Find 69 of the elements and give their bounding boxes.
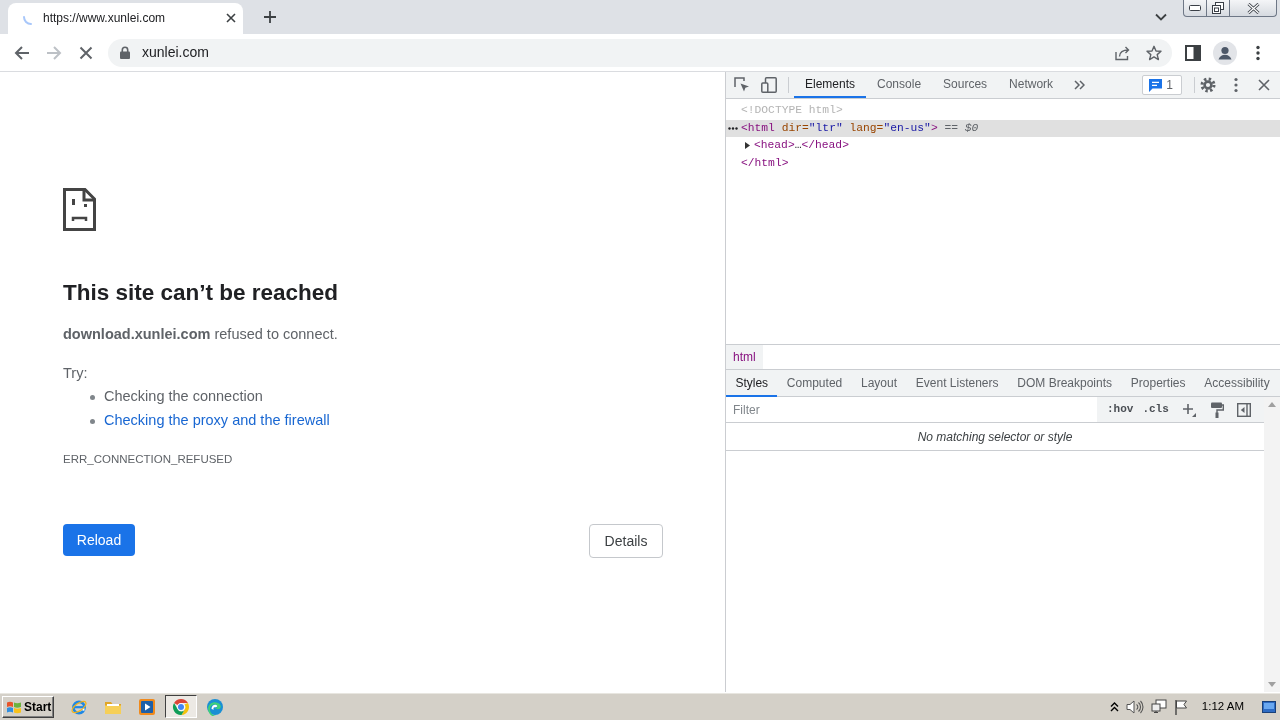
paint-roller-icon[interactable] bbox=[1209, 401, 1224, 418]
start-button[interactable]: Start bbox=[2, 695, 54, 718]
breadcrumb-item[interactable]: html bbox=[726, 345, 763, 369]
close-icon bbox=[1246, 2, 1260, 14]
show-desktop-icon[interactable] bbox=[1262, 700, 1276, 713]
empty-styles-message: No matching selector or style bbox=[917, 428, 1073, 446]
network-icon[interactable] bbox=[1150, 698, 1167, 715]
menu-icon[interactable] bbox=[1234, 77, 1238, 93]
sidebar-tab[interactable]: Layout bbox=[851, 370, 907, 397]
chevron-down-icon[interactable] bbox=[1155, 13, 1167, 21]
bullet-icon bbox=[90, 394, 95, 400]
address-bar[interactable]: xunlei.com bbox=[108, 38, 1172, 67]
dom-line[interactable]: <head>…</head> bbox=[726, 137, 1280, 155]
play-icon bbox=[138, 697, 156, 716]
close-icon[interactable] bbox=[226, 12, 236, 23]
sidebar-tab[interactable]: Event Listeners bbox=[906, 370, 1008, 397]
close-button[interactable] bbox=[1230, 0, 1277, 17]
chevron-up-icon[interactable] bbox=[1109, 701, 1119, 712]
speaker-icon[interactable] bbox=[1125, 698, 1144, 715]
devtools-tab[interactable]: Network bbox=[998, 72, 1065, 98]
sidebar-tab[interactable]: Computed bbox=[777, 370, 852, 397]
sidebar-tab[interactable]: Properties bbox=[1121, 370, 1195, 397]
device-icon[interactable] bbox=[761, 77, 777, 93]
issues-button[interactable]: 1 bbox=[1142, 75, 1182, 95]
flag-icon[interactable] bbox=[1173, 698, 1188, 715]
taskbar-button[interactable] bbox=[165, 695, 197, 718]
plus-icon[interactable] bbox=[1181, 402, 1196, 417]
error-code: ERR_CONNECTION_REFUSED bbox=[63, 452, 234, 467]
inspect-icon[interactable] bbox=[734, 77, 750, 93]
arrow-left-icon[interactable] bbox=[14, 44, 30, 61]
restore-icon bbox=[1212, 2, 1224, 14]
devtools-tab[interactable]: Elements bbox=[794, 72, 867, 98]
dom-line[interactable]: </html> bbox=[726, 154, 1280, 172]
panel-toggle-icon[interactable] bbox=[1236, 402, 1251, 417]
hov-toggle[interactable]: :hov bbox=[1107, 401, 1134, 418]
sidebar-tab[interactable]: DOM Breakpoints bbox=[1007, 370, 1122, 397]
bullet-icon bbox=[90, 418, 95, 424]
suggestion-text: Checking the connection bbox=[104, 387, 263, 407]
side-panel-icon[interactable] bbox=[1185, 44, 1201, 61]
plus-icon[interactable] bbox=[264, 11, 276, 23]
triangle-right-icon[interactable] bbox=[744, 142, 751, 149]
more-icon[interactable] bbox=[728, 126, 738, 130]
restore-button[interactable] bbox=[1207, 0, 1230, 17]
details-button[interactable]: Details bbox=[589, 524, 663, 558]
devtools-tab[interactable]: Console bbox=[866, 72, 933, 98]
class-toggle[interactable]: .cls bbox=[1142, 401, 1169, 418]
wave-logo-icon bbox=[206, 697, 224, 716]
circle-logo-icon bbox=[172, 697, 190, 716]
sidebar-tab[interactable]: Accessibility bbox=[1194, 370, 1280, 397]
message-icon bbox=[1149, 78, 1163, 92]
avatar-icon[interactable] bbox=[1213, 40, 1237, 65]
settings-icon[interactable] bbox=[1200, 77, 1216, 93]
close-icon[interactable] bbox=[1258, 79, 1270, 91]
star-icon[interactable] bbox=[1146, 44, 1162, 61]
devtools-tab[interactable]: Sources bbox=[932, 72, 999, 98]
menu-icon[interactable] bbox=[1256, 44, 1260, 61]
suggestion-link[interactable]: Checking the proxy and the firewall bbox=[104, 410, 330, 432]
error-message: download.xunlei.com refused to connect. bbox=[63, 325, 339, 344]
clock: 1:12 AM bbox=[1201, 698, 1244, 714]
sad-page-icon bbox=[63, 188, 96, 231]
browser-tab[interactable]: https://www.xunlei.com bbox=[8, 3, 243, 34]
minimize-icon bbox=[1189, 5, 1201, 11]
error-title: This site can’t be reached bbox=[63, 279, 340, 307]
minimize-button[interactable] bbox=[1183, 0, 1207, 17]
x-icon[interactable] bbox=[78, 44, 94, 61]
reload-button[interactable]: Reload bbox=[63, 524, 135, 556]
try-label: Try: bbox=[63, 364, 89, 383]
double-chevron-icon[interactable] bbox=[1074, 80, 1086, 90]
share-icon[interactable] bbox=[1114, 44, 1130, 61]
